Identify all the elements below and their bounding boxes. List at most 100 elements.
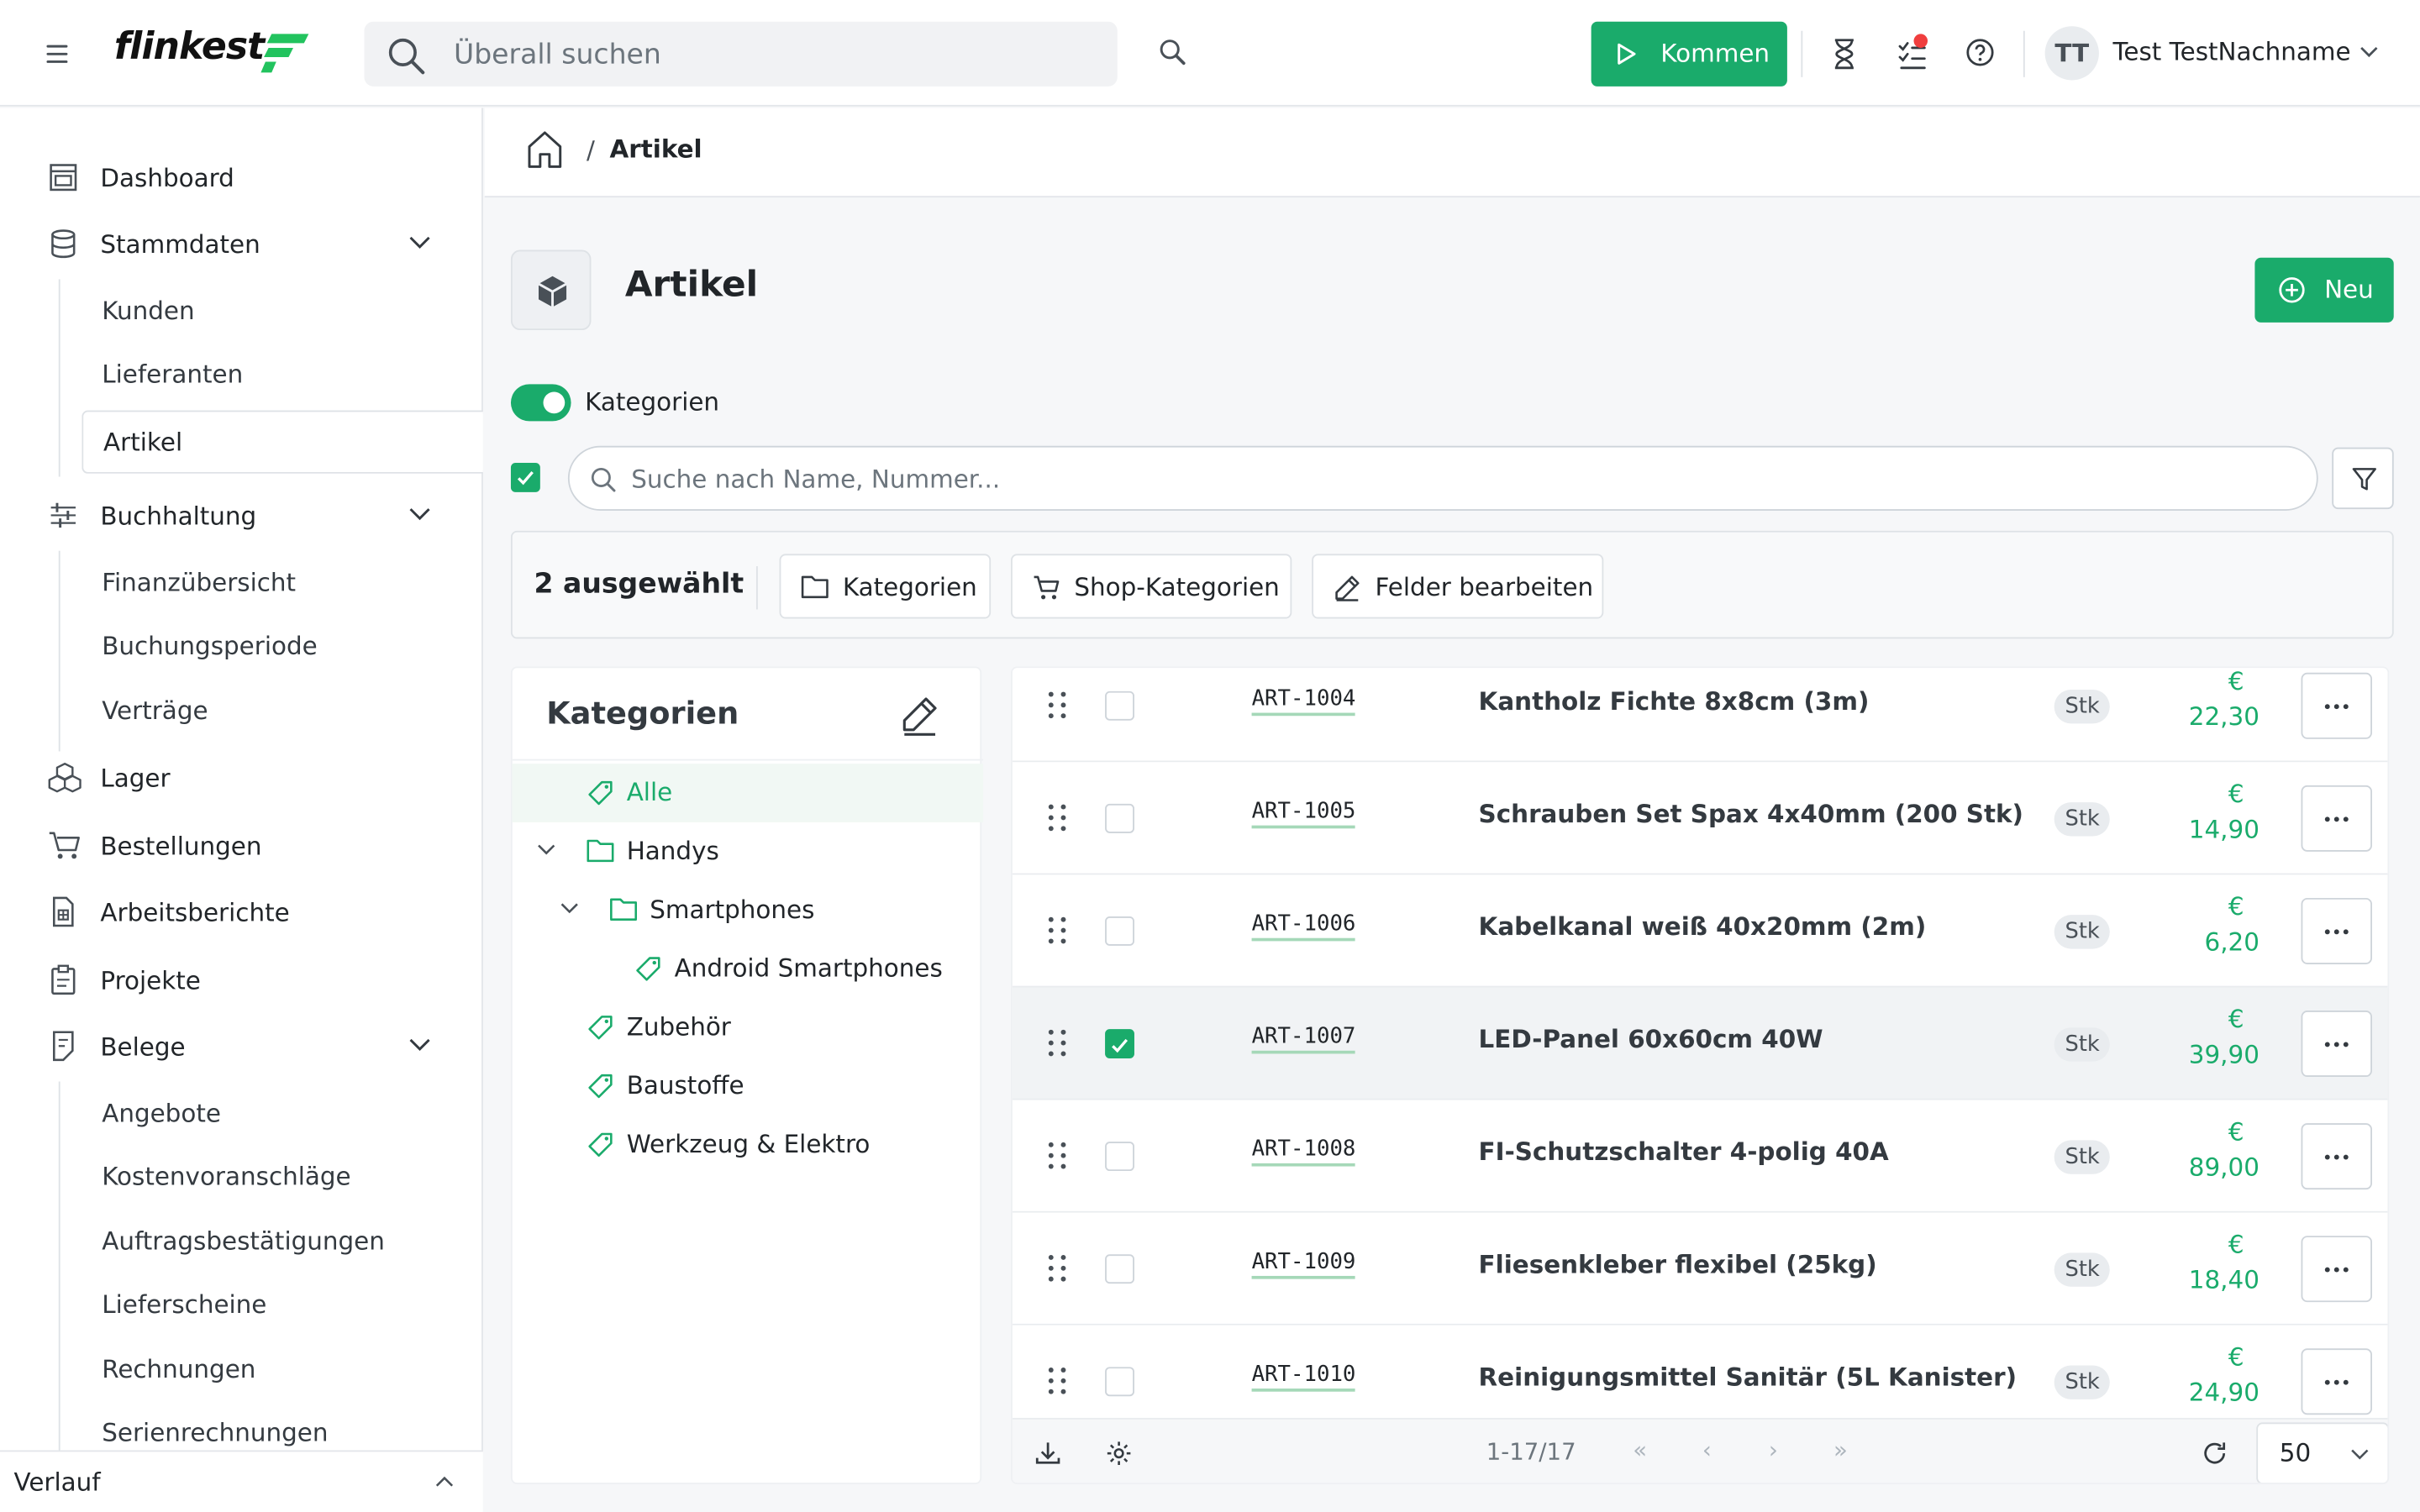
refresh-icon[interactable] — [2199, 1438, 2230, 1469]
category-item-werkzeug-elektro[interactable]: Werkzeug & Elektro — [513, 1116, 983, 1174]
sidebar-item-lieferanten[interactable]: Lieferanten — [102, 360, 243, 389]
sidebar-item-projekte[interactable]: Projekte — [0, 949, 483, 1011]
row-checkbox[interactable] — [1105, 1029, 1134, 1058]
category-item-handys[interactable]: Handys — [513, 822, 983, 881]
chevron-down-icon[interactable] — [537, 844, 555, 857]
next-page-button[interactable]: › — [1769, 1436, 1778, 1464]
row-actions-button[interactable] — [2301, 897, 2373, 964]
row-actions-button[interactable] — [2301, 1123, 2373, 1190]
filter-button[interactable] — [2332, 447, 2394, 510]
category-item-android-smartphones[interactable]: Android Smartphones — [513, 940, 983, 999]
first-page-button[interactable]: « — [1633, 1436, 1647, 1464]
sidebar-item-finanzuebersicht[interactable]: Finanzübersicht — [102, 568, 296, 597]
edit-icon[interactable] — [898, 695, 941, 738]
last-page-button[interactable]: » — [1833, 1436, 1848, 1464]
table-row[interactable]: ART-1004 Kantholz Fichte 8x8cm (3m) Stk €22… — [1012, 668, 2388, 763]
sidebar-item-lieferscheine[interactable]: Lieferscheine — [102, 1289, 266, 1319]
table-row[interactable]: ART-1006 Kabelkanal weiß 40x20mm (2m) Stk €… — [1012, 874, 2388, 988]
sidebar-item-dashboard[interactable]: Dashboard — [0, 146, 483, 207]
sidebar-item-vertraege[interactable]: Verträge — [102, 696, 208, 725]
row-actions-button[interactable] — [2301, 672, 2373, 739]
sidebar-item-arbeitsberichte[interactable]: Arbeitsberichte — [0, 881, 483, 942]
app-logo[interactable]: flinkest — [114, 24, 265, 67]
kommen-button[interactable]: Kommen — [1591, 21, 1787, 87]
assign-categories-button[interactable]: Kategorien — [779, 554, 992, 619]
sidebar-item-bestellungen[interactable]: Bestellungen — [0, 815, 483, 876]
download-icon[interactable] — [1034, 1440, 1062, 1467]
row-checkbox[interactable] — [1105, 803, 1134, 833]
article-number-link[interactable]: ART-1009 — [1251, 1250, 1356, 1279]
drag-handle-icon[interactable] — [1046, 1365, 1068, 1396]
drag-handle-icon[interactable] — [1046, 1252, 1068, 1284]
row-actions-button[interactable] — [2301, 1011, 2373, 1078]
row-actions-button[interactable] — [2301, 1348, 2373, 1415]
home-icon[interactable] — [526, 129, 563, 170]
unit-badge: Stk — [2054, 1252, 2111, 1287]
row-checkbox[interactable] — [1105, 1142, 1134, 1172]
article-number-link[interactable]: ART-1008 — [1251, 1137, 1356, 1167]
sidebar-item-buchhaltung[interactable]: Buchhaltung — [0, 485, 483, 546]
chevron-down-icon[interactable] — [560, 902, 579, 915]
article-number-link[interactable]: ART-1010 — [1251, 1362, 1356, 1392]
report-icon — [52, 896, 74, 927]
page-size-select[interactable]: 50 — [2256, 1422, 2388, 1483]
row-actions-button[interactable] — [2301, 785, 2373, 852]
sidebar-item-lager[interactable]: Lager — [0, 747, 483, 808]
chevron-down-icon[interactable] — [409, 1038, 431, 1053]
global-search[interactable]: Überall suchen — [364, 21, 1118, 87]
sidebar-item-angebote[interactable]: Angebote — [102, 1099, 221, 1128]
row-checkbox[interactable] — [1105, 690, 1134, 721]
prev-page-button[interactable]: ‹ — [1702, 1436, 1712, 1464]
row-checkbox[interactable] — [1105, 1254, 1134, 1284]
edit-fields-button[interactable]: Felder bearbeiten — [1312, 554, 1604, 619]
sidebar-item-buchungsperiode[interactable]: Buchungsperiode — [102, 631, 317, 660]
sidebar-item-kostenvoranschlaege[interactable]: Kostenvoranschläge — [102, 1162, 350, 1191]
drag-handle-icon[interactable] — [1046, 1027, 1068, 1058]
category-item-alle[interactable]: Alle — [512, 764, 983, 822]
gear-icon[interactable] — [1105, 1440, 1133, 1467]
category-item-zubehoer[interactable]: Zubehör — [513, 998, 983, 1057]
table-row[interactable]: ART-1009 Fliesenkleber flexibel (25kg) Stk… — [1012, 1212, 2388, 1326]
row-checkbox[interactable] — [1105, 916, 1134, 946]
sidebar-item-kunden[interactable]: Kunden — [102, 297, 194, 326]
table-row[interactable]: ART-1005 Schrauben Set Spax 4x40mm (200 S… — [1012, 762, 2388, 875]
new-button[interactable]: Neu — [2254, 257, 2394, 323]
drag-handle-icon[interactable] — [1046, 690, 1068, 721]
history-panel-toggle[interactable]: Verlauf — [0, 1450, 483, 1512]
advanced-search-icon[interactable] — [1158, 37, 1189, 68]
sidebar-item-serienrechnungen[interactable]: Serienrechnungen — [102, 1418, 328, 1447]
list-search-input[interactable]: Suche nach Name, Nummer... — [567, 445, 2318, 511]
hourglass-icon[interactable] — [1830, 37, 1858, 71]
shop-categories-button[interactable]: Shop-Kategorien — [1011, 554, 1292, 619]
select-all-checkbox[interactable] — [510, 463, 540, 492]
table-row[interactable]: ART-1007 LED-Panel 60x60cm 40W Stk €39,90 — [1012, 987, 2388, 1100]
chevron-down-icon[interactable] — [409, 507, 431, 522]
sidebar-item-artikel[interactable]: Artikel — [82, 410, 483, 474]
category-item-smartphones[interactable]: Smartphones — [513, 881, 983, 940]
sidebar-item-stammdaten[interactable]: Stammdaten — [0, 213, 483, 274]
avatar[interactable]: TT — [2044, 26, 2099, 81]
chevron-down-icon[interactable] — [409, 236, 431, 250]
sidebar-item-rechnungen[interactable]: Rechnungen — [102, 1355, 255, 1384]
help-icon[interactable] — [1965, 37, 1996, 68]
sidebar-item-auftragsbestaetigungen[interactable]: Auftragsbestätigungen — [102, 1226, 385, 1256]
category-item-baustoffe[interactable]: Baustoffe — [513, 1057, 983, 1116]
table-row[interactable]: ART-1008 FI-Schutzschalter 4-polig 40A Stk… — [1012, 1100, 2388, 1213]
menu-icon[interactable] — [43, 40, 71, 68]
chevron-down-icon[interactable] — [2360, 46, 2378, 59]
categories-toggle[interactable] — [510, 384, 571, 422]
article-number-link[interactable]: ART-1007 — [1251, 1025, 1356, 1054]
sidebar-item-belege[interactable]: Belege — [0, 1016, 483, 1077]
drag-handle-icon[interactable] — [1046, 1140, 1068, 1171]
drag-handle-icon[interactable] — [1046, 915, 1068, 946]
price-value: 22,30 — [2188, 701, 2260, 732]
user-name[interactable]: Test TestNachname — [2112, 37, 2350, 66]
article-number-link[interactable]: ART-1005 — [1251, 799, 1356, 829]
row-checkbox[interactable] — [1105, 1367, 1134, 1397]
article-number-link[interactable]: ART-1006 — [1251, 911, 1356, 942]
row-actions-button[interactable] — [2301, 1236, 2373, 1303]
article-name: FI-Schutzschalter 4-polig 40A — [1478, 1137, 1889, 1167]
article-number-link[interactable]: ART-1004 — [1251, 686, 1356, 717]
sidebar-item-label: Belege — [100, 1032, 186, 1062]
drag-handle-icon[interactable] — [1046, 802, 1068, 833]
